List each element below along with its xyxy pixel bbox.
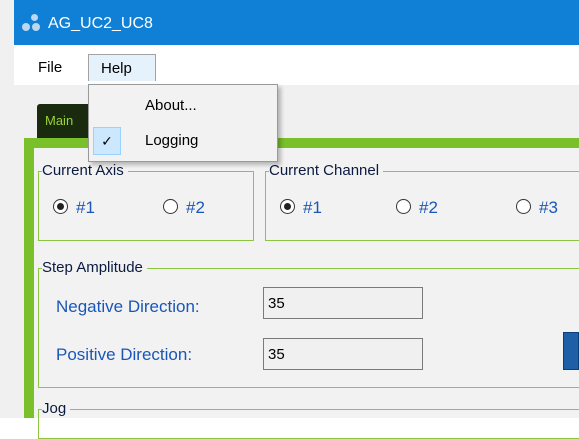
logging-label: Logging [145, 132, 199, 149]
negative-direction-input[interactable] [263, 287, 423, 319]
radio-checked-icon [53, 199, 68, 214]
menu-file[interactable]: File [24, 54, 68, 81]
channel-radio-1[interactable]: #1 [280, 197, 322, 219]
channel-option-label: #3 [539, 198, 558, 217]
action-button[interactable] [563, 332, 579, 370]
axis-option-label: #1 [76, 198, 95, 217]
app-icon [22, 14, 42, 32]
radio-unchecked-icon [163, 199, 178, 214]
menu-bar: File Help [14, 45, 579, 85]
positive-direction-label: Positive Direction: [56, 345, 193, 364]
menu-help[interactable]: Help [88, 54, 156, 81]
about-label: About... [145, 97, 197, 114]
positive-direction-input[interactable] [263, 338, 423, 370]
step-amplitude-title: Step Amplitude [42, 259, 147, 277]
channel-radio-2[interactable]: #2 [396, 197, 438, 219]
menu-item-logging[interactable]: ✓ Logging [89, 124, 277, 158]
help-dropdown-menu: About... ✓ Logging [88, 84, 278, 162]
channel-option-label: #2 [419, 198, 438, 217]
axis-option-label: #2 [186, 198, 205, 217]
app-window: AG_UC2_UC8 File Help Main Current Axis #… [14, 0, 579, 439]
current-axis-group: Current Axis #1 #2 [38, 162, 254, 241]
jog-group: Jog [38, 400, 579, 439]
current-channel-group: Current Channel #1 #2 #3 [265, 162, 579, 241]
channel-radio-3[interactable]: #3 [516, 197, 558, 219]
axis-radio-1[interactable]: #1 [53, 197, 95, 219]
radio-unchecked-icon [516, 199, 531, 214]
radio-checked-icon [280, 199, 295, 214]
title-bar[interactable]: AG_UC2_UC8 [14, 0, 579, 45]
axis-radio-2[interactable]: #2 [163, 197, 205, 219]
radio-unchecked-icon [396, 199, 411, 214]
step-amplitude-group: Step Amplitude [38, 259, 579, 388]
background-window-edge [0, 0, 15, 418]
window-title: AG_UC2_UC8 [48, 15, 153, 32]
channel-option-label: #1 [303, 198, 322, 217]
current-channel-title: Current Channel [269, 162, 384, 180]
jog-title: Jog [42, 400, 71, 418]
current-axis-title: Current Axis [42, 162, 128, 180]
negative-direction-label: Negative Direction: [56, 297, 200, 316]
checkmark-icon: ✓ [93, 127, 121, 155]
menu-item-about[interactable]: About... [89, 89, 277, 123]
